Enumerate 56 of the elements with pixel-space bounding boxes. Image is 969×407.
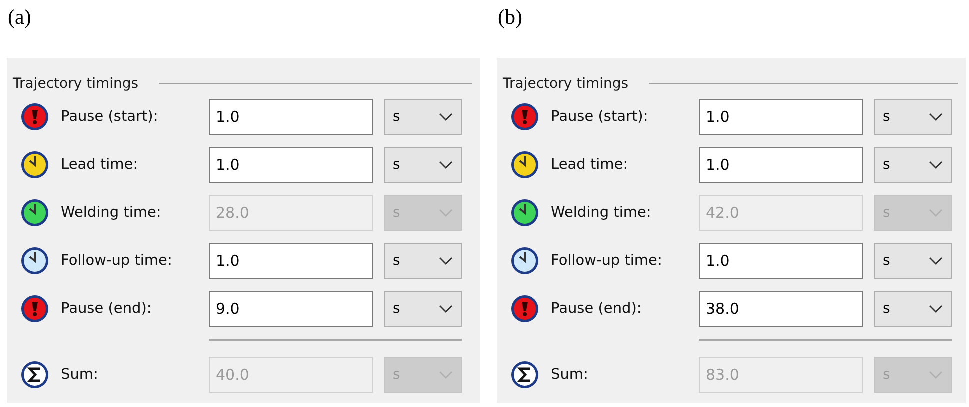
chevron-icon xyxy=(929,257,943,265)
field-label: Follow-up time: xyxy=(61,253,174,269)
field-label: Follow-up time: xyxy=(551,253,664,269)
field-label: Pause (start): xyxy=(551,109,650,125)
chevron-icon xyxy=(929,209,943,217)
chevron-icon xyxy=(929,305,943,313)
alert-icon xyxy=(20,102,50,132)
unit-dropdown[interactable]: s xyxy=(874,291,952,327)
figure-caption: (b) xyxy=(498,4,522,31)
field-label: Welding time: xyxy=(551,205,652,221)
field-label: Pause (end): xyxy=(61,301,153,317)
clock-icon xyxy=(20,150,50,180)
sigma-icon xyxy=(20,360,50,390)
input-field[interactable]: 9.0 xyxy=(209,291,373,327)
clock-icon xyxy=(510,150,540,180)
field-label: Pause (end): xyxy=(551,301,643,317)
input-field[interactable]: 1.0 xyxy=(209,147,373,183)
chevron-icon xyxy=(439,305,453,313)
chevron-icon xyxy=(929,113,943,121)
clock-icon xyxy=(510,246,540,276)
alert-icon xyxy=(20,294,50,324)
input-field[interactable]: 1.0 xyxy=(699,147,863,183)
unit-dropdown[interactable]: s xyxy=(874,147,952,183)
field-label: Sum: xyxy=(551,367,590,383)
group-title: Trajectory timings xyxy=(13,76,139,92)
clock-icon xyxy=(20,246,50,276)
clock-icon xyxy=(510,198,540,228)
unit-dropdown[interactable]: s xyxy=(384,147,462,183)
input-field[interactable]: 1.0 xyxy=(209,99,373,135)
input-field[interactable]: 1.0 xyxy=(699,243,863,279)
input-field[interactable]: 1.0 xyxy=(209,243,373,279)
input-field[interactable]: 38.0 xyxy=(699,291,863,327)
figure-caption: (a) xyxy=(8,4,32,31)
chevron-icon xyxy=(439,209,453,217)
field-label: Pause (start): xyxy=(61,109,160,125)
field-label: Welding time: xyxy=(61,205,162,221)
chevron-icon xyxy=(929,161,943,169)
group-title: Trajectory timings xyxy=(503,76,629,92)
unit-dropdown[interactable]: s xyxy=(384,243,462,279)
unit-dropdown[interactable]: s xyxy=(384,291,462,327)
field-label: Lead time: xyxy=(551,157,630,173)
alert-icon xyxy=(510,294,540,324)
chevron-icon xyxy=(439,371,453,379)
unit-dropdown[interactable]: s xyxy=(874,243,952,279)
chevron-icon xyxy=(439,113,453,121)
alert-icon xyxy=(510,102,540,132)
field-label: Sum: xyxy=(61,367,100,383)
field-label: Lead time: xyxy=(61,157,140,173)
chevron-icon xyxy=(439,161,453,169)
unit-dropdown[interactable]: s xyxy=(384,99,462,135)
chevron-icon xyxy=(929,371,943,379)
chevron-icon xyxy=(439,257,453,265)
sigma-icon xyxy=(510,360,540,390)
clock-icon xyxy=(20,198,50,228)
input-field[interactable]: 1.0 xyxy=(699,99,863,135)
unit-dropdown[interactable]: s xyxy=(874,99,952,135)
